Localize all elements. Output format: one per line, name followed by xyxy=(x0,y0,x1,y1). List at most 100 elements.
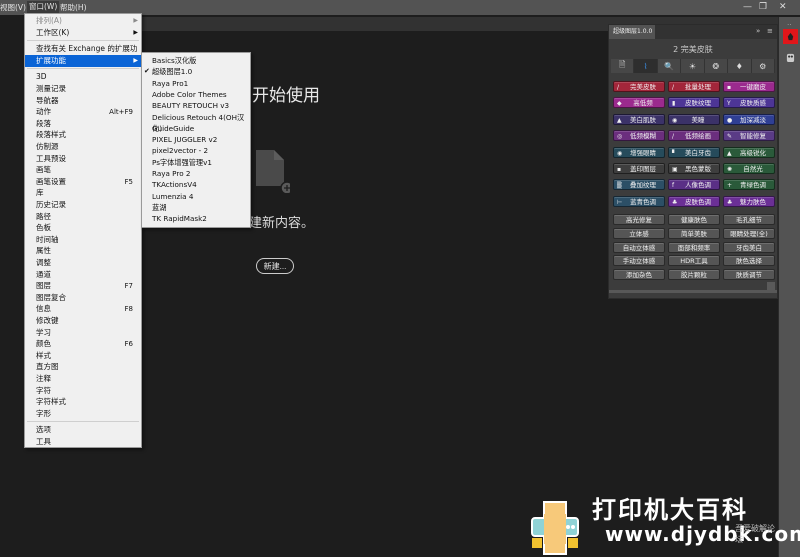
extension-item[interactable]: Ps字体增强管理v1 xyxy=(142,157,250,169)
extension-item[interactable]: Delicious Retouch 4(OH汉化) xyxy=(142,112,250,134)
menu-view[interactable]: 视图(V) xyxy=(0,2,26,13)
search-icon[interactable]: 🔍 xyxy=(657,59,682,73)
extension-item[interactable]: BEAUTY RETOUCH v3 xyxy=(142,100,250,112)
extension-item[interactable]: 蓝湖 xyxy=(142,202,250,214)
menu-item[interactable]: 画笔 xyxy=(25,164,141,176)
effect-button[interactable]: ▪ 一键磨皮 xyxy=(723,81,775,92)
tool-button[interactable]: 眼睛处理(全) xyxy=(723,227,775,239)
effect-button[interactable]: ♣ 皮肤色调 xyxy=(668,195,720,207)
effect-button[interactable]: / 低频绘画 xyxy=(668,130,720,142)
menu-item[interactable]: 工具 xyxy=(25,436,141,448)
menu-item[interactable]: 3D xyxy=(25,71,141,83)
effect-button[interactable]: ✺ 自然光 xyxy=(723,163,775,174)
extension-item[interactable]: TK RapidMask2 xyxy=(142,213,250,225)
effect-button[interactable]: ◉ 美瞳 xyxy=(668,113,720,125)
extension-item[interactable]: TKActionsV4 xyxy=(142,179,250,191)
effect-button[interactable]: ▪ 盖印图层 xyxy=(613,163,665,174)
tool-button[interactable]: 肤色选择 xyxy=(723,255,775,267)
effect-button[interactable]: ● 加深减淡 xyxy=(723,113,775,125)
extension-item[interactable]: Raya Pro 2 xyxy=(142,168,250,180)
menu-item[interactable]: 动作 Alt+F9 xyxy=(25,106,141,118)
extension-item[interactable]: Basics汉化版 xyxy=(142,55,250,67)
menu-item[interactable]: 排列(A) ▶ xyxy=(25,15,141,27)
effect-button[interactable]: / 批量处理 xyxy=(668,81,720,92)
menu-item[interactable]: 直方图 xyxy=(25,361,141,373)
color-circles-icon[interactable]: ❂ xyxy=(704,59,729,73)
resize-handle[interactable] xyxy=(767,282,775,290)
menu-item[interactable]: 段落 xyxy=(25,118,141,130)
menu-item[interactable]: 学习 xyxy=(25,327,141,339)
effect-button[interactable]: ◎ 低频模糊 xyxy=(613,130,665,142)
menu-item[interactable]: 颜色 F6 xyxy=(25,338,141,350)
menu-item[interactable]: 样式 xyxy=(25,350,141,362)
tool-button[interactable]: 毛孔细节 xyxy=(723,214,775,225)
menu-item[interactable]: 段落样式 xyxy=(25,129,141,141)
panel-tab[interactable]: 超级图层1.0.0 xyxy=(609,25,655,39)
menu-item[interactable]: 图层 F7 xyxy=(25,280,141,292)
effect-button[interactable]: ⊢ 蓝青色调 xyxy=(613,195,665,207)
effect-button[interactable]: ▒ 叠加纹理 xyxy=(613,179,665,191)
tool-button[interactable]: 肤质调节 xyxy=(723,269,775,281)
tool-button[interactable]: 立体感 xyxy=(613,227,665,239)
menu-item[interactable]: 字符 xyxy=(25,385,141,397)
extension-item[interactable]: PIXEL JUGGLER v2 xyxy=(142,134,250,146)
menu-item[interactable]: 时间轴 xyxy=(25,234,141,246)
brightness-icon[interactable]: ☀ xyxy=(681,59,705,73)
effect-button[interactable]: ✎ 智能修复 xyxy=(723,130,775,142)
menu-item[interactable]: 仿制源 xyxy=(25,141,141,153)
menu-item[interactable]: 路径 xyxy=(25,211,141,223)
menu-item[interactable]: 注释 xyxy=(25,373,141,385)
menu-item[interactable]: 选项 xyxy=(25,424,141,436)
menu-item[interactable]: 工作区(K) ▶ xyxy=(25,27,141,39)
effect-button[interactable]: Y 皮肤质感 xyxy=(723,97,775,109)
effect-button[interactable]: + 青绿色调 xyxy=(723,179,775,191)
extension-item[interactable]: pixel2vector - 2 xyxy=(142,145,250,157)
menu-item[interactable]: 属性 xyxy=(25,245,141,257)
menu-item[interactable]: 库 xyxy=(25,187,141,199)
menu-item[interactable]: 调整 xyxy=(25,257,141,269)
tool-button[interactable]: 简单美肤 xyxy=(668,227,720,239)
menu-item[interactable]: 查找有关 Exchange 的扩展功能... xyxy=(25,43,141,65)
document-icon[interactable]: 🗎 xyxy=(611,59,635,73)
effect-button[interactable]: ▮ 皮肤纹理 xyxy=(668,97,720,109)
menu-item[interactable]: 图层复合 xyxy=(25,292,141,304)
panel-menu-icon[interactable]: ≡ xyxy=(767,27,773,35)
effect-button[interactable]: ◆ 高低频 xyxy=(613,97,665,109)
tool-button[interactable]: 面部和频率 xyxy=(668,241,720,253)
tool-button[interactable]: 健康肤色 xyxy=(668,214,720,225)
dock-grip[interactable]: ‥ xyxy=(787,19,792,27)
effect-button[interactable]: ▲ 高级锐化 xyxy=(723,146,775,158)
tool-button[interactable]: HDR工具 xyxy=(668,255,720,267)
diamond-icon[interactable]: ♦ xyxy=(728,59,752,73)
tool-button[interactable]: 牙齿美白 xyxy=(723,241,775,253)
menu-item[interactable]: 扩展功能 ▶ xyxy=(25,54,141,67)
menu-item[interactable]: 通道 xyxy=(25,269,141,281)
minimize-button[interactable]: — xyxy=(743,2,752,12)
extension-item[interactable]: GuideGuide xyxy=(142,123,250,135)
effect-button[interactable]: ◉ 增强眼睛 xyxy=(613,146,665,158)
menu-item[interactable]: 字符样式 xyxy=(25,396,141,408)
collapse-panel-icon[interactable]: » xyxy=(756,27,760,35)
menu-item[interactable]: 导航器 xyxy=(25,95,141,107)
extension-item[interactable]: Adobe Color Themes xyxy=(142,89,250,101)
menu-item[interactable]: 字形 xyxy=(25,408,141,420)
menu-item[interactable]: 测量记录 xyxy=(25,83,141,95)
extension-item[interactable]: Raya Pro1 xyxy=(142,78,250,90)
extension-item[interactable]: Lumenzia 4 xyxy=(142,191,250,203)
menu-help[interactable]: 帮助(H) xyxy=(60,2,87,13)
menu-item[interactable]: 修改键 xyxy=(25,315,141,327)
restore-button[interactable]: ❐ xyxy=(759,2,767,12)
menu-item[interactable]: 色板 xyxy=(25,222,141,234)
extension-item[interactable]: ✔ 超级图层1.0 xyxy=(142,66,250,78)
plugin-flame-icon[interactable] xyxy=(783,29,798,44)
menu-item[interactable]: 信息 F8 xyxy=(25,303,141,315)
effect-button[interactable]: / 完美皮肤 xyxy=(613,81,665,92)
tool-button[interactable]: 手动立体感 xyxy=(613,255,665,267)
tool-button[interactable]: 胶片颗粒 xyxy=(668,269,720,281)
effect-button[interactable]: ▲ 美白肌肤 xyxy=(613,113,665,125)
close-button[interactable]: ✕ xyxy=(779,2,787,12)
tool-button[interactable]: 添加杂色 xyxy=(613,269,665,281)
effect-button[interactable]: ▣ 黑色蒙版 xyxy=(668,163,720,174)
waveform-icon[interactable]: ⌇ xyxy=(634,59,658,73)
owl-icon[interactable] xyxy=(783,50,798,65)
